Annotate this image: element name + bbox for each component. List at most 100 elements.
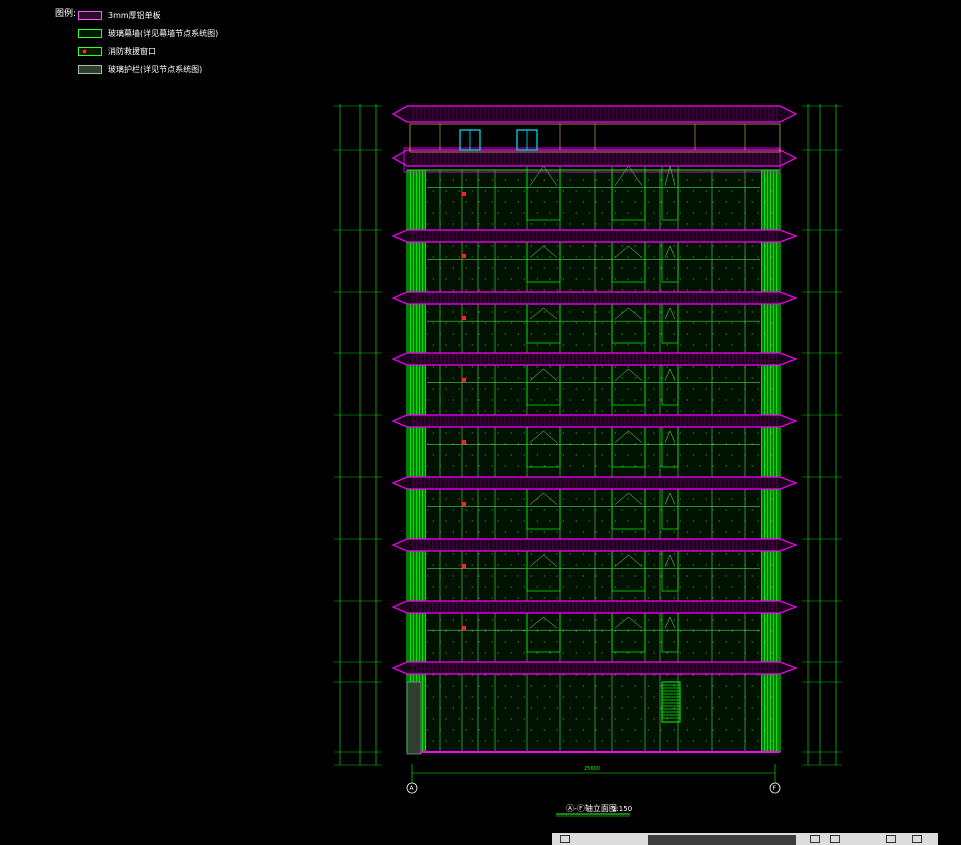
- hatch-dot: [614, 322, 616, 324]
- hatch-dot: [491, 179, 493, 181]
- hatch-dot: [543, 311, 545, 313]
- hatch-dot: [484, 674, 486, 676]
- hatch-dot: [731, 520, 733, 522]
- hatch-dot: [712, 707, 714, 709]
- hatch-dot: [497, 388, 499, 390]
- hatch-dot: [764, 597, 766, 599]
- hatch-dot: [536, 454, 538, 456]
- hatch-dot: [549, 344, 551, 346]
- hatch-dot: [757, 630, 759, 632]
- hatch-dot: [452, 685, 454, 687]
- hatch-dot: [705, 410, 707, 412]
- hatch-dot: [536, 674, 538, 676]
- hatch-dot: [653, 630, 655, 632]
- hatch-dot: [705, 388, 707, 390]
- hatch-dot: [458, 212, 460, 214]
- hatch-dot: [744, 322, 746, 324]
- hatch-dot: [562, 630, 564, 632]
- hatch-dot: [725, 685, 727, 687]
- hatch-dot: [640, 630, 642, 632]
- hatch-dot: [725, 201, 727, 203]
- hatch-dot: [608, 333, 610, 335]
- hatch-dot: [458, 388, 460, 390]
- hatch-dot: [601, 498, 603, 500]
- hatch-dot: [718, 366, 720, 368]
- hatch-dot: [588, 498, 590, 500]
- hatch-dot: [738, 443, 740, 445]
- hatch-dot: [621, 377, 623, 379]
- hatch-dot: [569, 179, 571, 181]
- axis-label-f: F: [773, 785, 777, 792]
- hatch-dot: [614, 652, 616, 654]
- aluminum-band: [391, 538, 798, 552]
- hatch-dot: [686, 179, 688, 181]
- hatch-dot: [575, 256, 577, 258]
- hatch-dot: [621, 289, 623, 291]
- hatch-dot: [530, 685, 532, 687]
- hatch-dot: [582, 553, 584, 555]
- hatch-dot: [725, 289, 727, 291]
- hatch-dot: [660, 443, 662, 445]
- hatch-dot: [471, 344, 473, 346]
- hatch-dot: [582, 729, 584, 731]
- hatch-dot: [647, 245, 649, 247]
- lock-icon[interactable]: [886, 835, 896, 843]
- hatch-dot: [478, 267, 480, 269]
- hatch-dot: [439, 465, 441, 467]
- hatch-dot: [673, 685, 675, 687]
- hatch-dot: [718, 674, 720, 676]
- hatch-dot: [549, 718, 551, 720]
- layout-tab[interactable]: [648, 835, 796, 845]
- hatch-dot: [569, 267, 571, 269]
- hatch-dot: [556, 245, 558, 247]
- settings-icon[interactable]: [912, 835, 922, 843]
- hatch-dot: [556, 531, 558, 533]
- hatch-dot: [699, 443, 701, 445]
- hatch-dot: [491, 465, 493, 467]
- hatch-dot: [445, 366, 447, 368]
- hatch-dot: [679, 674, 681, 676]
- hatch-dot: [465, 509, 467, 511]
- annotate-icon[interactable]: [810, 835, 820, 843]
- hatch-dot: [484, 388, 486, 390]
- hatch-dot: [731, 674, 733, 676]
- hatch-dot: [653, 498, 655, 500]
- hatch-dot: [439, 245, 441, 247]
- hatch-dot: [614, 718, 616, 720]
- hatch-dot: [491, 333, 493, 335]
- status-bar: [552, 833, 938, 845]
- hatch-dot: [575, 344, 577, 346]
- hatch-dot: [686, 509, 688, 511]
- hatch-dot: [523, 674, 525, 676]
- hatch-dot: [699, 707, 701, 709]
- zoom-icon[interactable]: [830, 835, 840, 843]
- hatch-dot: [471, 432, 473, 434]
- hatch-dot: [517, 641, 519, 643]
- hatch-dot: [718, 432, 720, 434]
- hatch-dot: [549, 740, 551, 742]
- hatch-dot: [478, 311, 480, 313]
- hatch-dot: [712, 531, 714, 533]
- hatch-dot: [582, 289, 584, 291]
- model-icon[interactable]: [560, 835, 570, 843]
- hatch-dot: [699, 553, 701, 555]
- hatch-dot: [549, 630, 551, 632]
- hatch-dot: [608, 443, 610, 445]
- hatch-dot: [530, 443, 532, 445]
- hatch-dot: [653, 366, 655, 368]
- hatch-dot: [725, 553, 727, 555]
- hatch-dot: [712, 267, 714, 269]
- hatch-dot: [731, 652, 733, 654]
- hatch-dot: [432, 388, 434, 390]
- hatch-dot: [608, 399, 610, 401]
- hatch-dot: [757, 388, 759, 390]
- hatch-dot: [627, 696, 629, 698]
- hatch-dot: [569, 553, 571, 555]
- hatch-dot: [640, 190, 642, 192]
- hatch-dot: [770, 498, 772, 500]
- hatch-dot: [647, 553, 649, 555]
- hatch-dot: [725, 531, 727, 533]
- hatch-dot: [458, 718, 460, 720]
- hatch-dot: [647, 399, 649, 401]
- hatch-dot: [595, 399, 597, 401]
